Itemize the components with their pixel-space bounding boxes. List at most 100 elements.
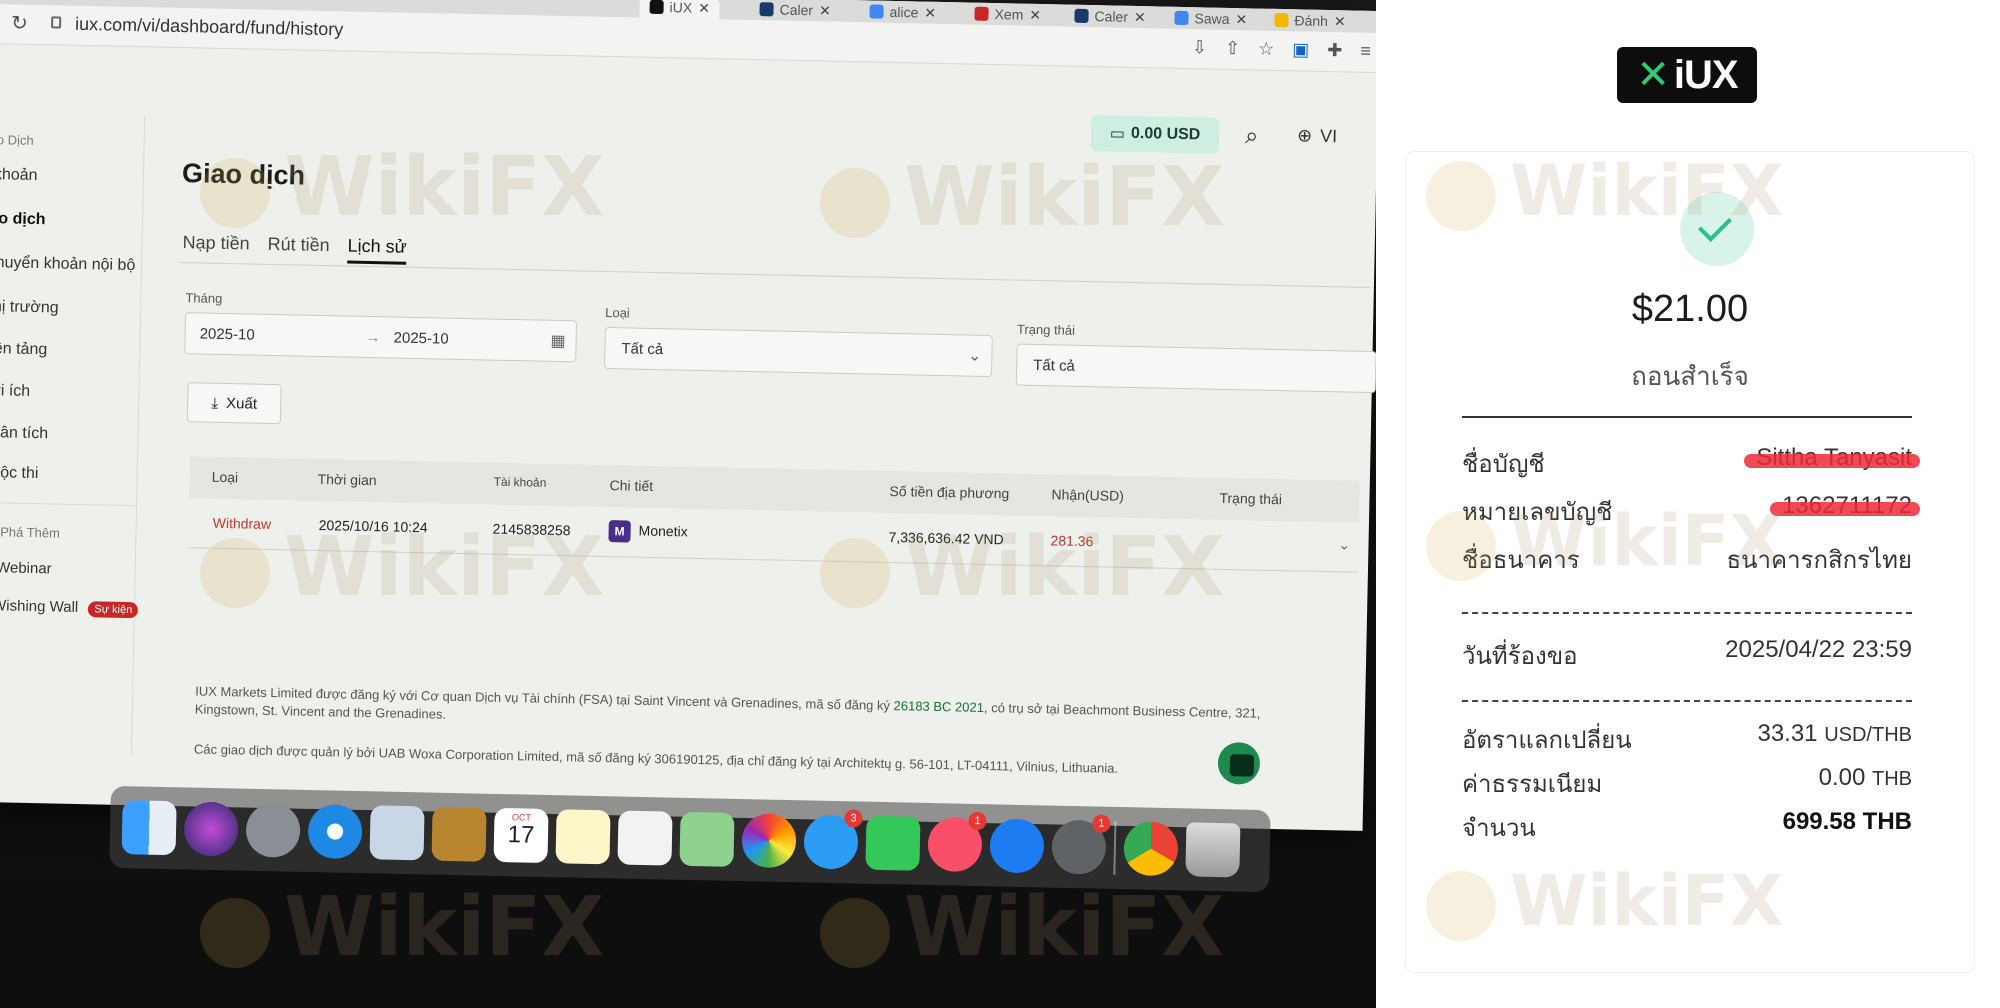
close-icon[interactable]: ✕ (1029, 6, 1041, 23)
language-selector[interactable]: ⊕ VI (1297, 125, 1338, 147)
url-field[interactable]: iux.com/vi/dashboard/fund/history (75, 14, 344, 41)
dock-separator (1113, 820, 1117, 875)
menu-icon[interactable]: ≡ (1360, 41, 1371, 62)
account-number-row: หมายเลขบัญชี 1362711172 (1462, 492, 1920, 528)
close-icon[interactable]: ✕ (1334, 13, 1346, 30)
share-icon[interactable]: ⇧ (1225, 38, 1241, 59)
music-icon[interactable]: 1 (927, 811, 987, 873)
col-status: Trạng thái (1219, 489, 1283, 508)
browser-tab[interactable]: Đánh ✕ (1264, 9, 1356, 33)
fee-row: ค่าธรรมเนียม 0.00 THB (1462, 764, 1912, 800)
messages-icon[interactable]: 3 (803, 809, 863, 870)
sidebar-item-transactions[interactable]: iao dịch (0, 210, 46, 229)
close-icon[interactable]: ✕ (924, 4, 936, 21)
tab-history[interactable]: Lịch sử (347, 235, 407, 265)
calendar-icon[interactable]: OCT 17 (493, 807, 549, 864)
install-icon[interactable]: ⇩ (1192, 37, 1208, 58)
fee-unit: THB (1872, 768, 1912, 790)
calendar-day: 17 (507, 821, 535, 849)
month-range-picker[interactable]: 2025-10 → 2025-10 ▦ (184, 312, 578, 363)
browser-tab[interactable]: Xem ✕ (964, 2, 1051, 26)
export-button[interactable]: ⤓ Xuất (186, 382, 282, 425)
tab-label: iUX (669, 0, 693, 16)
close-icon[interactable]: ✕ (698, 0, 710, 17)
maps-icon[interactable] (679, 811, 735, 867)
type-filter-label: Loại (605, 304, 630, 321)
google-favicon-icon (1174, 10, 1189, 26)
page-title: Giao dịch (181, 158, 306, 191)
siri-icon[interactable] (183, 801, 239, 857)
notification-badge: 1 (968, 811, 987, 831)
browser-tab[interactable]: Caler ✕ (749, 0, 841, 22)
browser-tab[interactable]: Sawa ✕ (1164, 7, 1257, 31)
safari-icon[interactable] (307, 804, 363, 860)
status-filter-label: Trạng thái (1016, 321, 1076, 338)
chevron-down-icon: ⌄ (967, 347, 982, 365)
notes-icon[interactable] (555, 809, 611, 865)
finder-icon[interactable] (121, 800, 177, 856)
row-label: หมายเลขบัญชี (1462, 499, 1613, 526)
tab-label: Xem (994, 6, 1024, 23)
app-store-icon[interactable] (989, 818, 1045, 874)
chrome-icon[interactable] (1123, 821, 1179, 877)
reload-icon[interactable]: ↻ (11, 10, 28, 35)
month-from-value: 2025-10 (199, 325, 255, 344)
tab-deposit[interactable]: Nạp tiền (182, 232, 249, 261)
rate-value: 33.31 (1757, 720, 1818, 747)
search-icon[interactable]: ⌕ (1245, 122, 1259, 150)
extension-icon[interactable]: ▣ (1292, 39, 1309, 60)
watermark-badge-icon (200, 897, 270, 968)
trash-icon[interactable] (1185, 822, 1241, 878)
arrow-right-icon: → (365, 328, 381, 347)
browser-tab[interactable]: alice ✕ (859, 0, 946, 24)
system-settings-icon[interactable]: 1 (1051, 814, 1111, 875)
row-value: 0.00 THB (1819, 764, 1912, 792)
chevron-down-icon[interactable]: ⌄ (1338, 536, 1350, 553)
contacts-icon[interactable] (431, 806, 487, 862)
sidebar-item-platform[interactable]: Nền tảng (0, 340, 47, 359)
col-type: Loại (211, 468, 239, 486)
dashed-divider (1462, 700, 1912, 702)
sidebar-item-market[interactable]: Thị trường (0, 298, 59, 318)
row-value: 33.31 USD/THB (1757, 720, 1912, 748)
col-received-usd: Nhận(USD) (1051, 486, 1125, 504)
reminders-icon[interactable] (617, 810, 673, 866)
status-select[interactable]: Tất cả (1015, 343, 1376, 394)
iux-logo: ✕ iUX (1617, 47, 1757, 103)
browser-tab-active[interactable]: iUX ✕ (639, 0, 721, 20)
watermark-badge-icon (820, 897, 890, 968)
launchpad-icon[interactable] (245, 802, 301, 858)
tab-withdraw[interactable]: Rút tiền (267, 234, 329, 263)
watermark: WikiFX (200, 880, 604, 975)
sidebar-item-analysis[interactable]: Phân tích (0, 424, 48, 443)
sidebar-item-account[interactable]: i khoản (0, 166, 38, 185)
sidebar: iao Dịch i khoản iao dịch Chuyển khoản n… (0, 111, 146, 756)
lock-icon[interactable] (51, 16, 62, 29)
type-select[interactable]: Tất cả ⌄ (604, 326, 993, 378)
export-label: Xuất (225, 394, 258, 413)
sidebar-item-benefits[interactable]: Lợi ích (0, 382, 30, 401)
close-icon[interactable]: ✕ (1134, 8, 1146, 25)
receipt-card: $21.00 ถอนสำเร็จ ชื่อบัญชี Sittha Tanyas… (1406, 152, 1974, 972)
facetime-icon[interactable] (865, 815, 921, 871)
row-value: 2025/04/22 23:59 (1725, 636, 1912, 663)
close-icon[interactable]: ✕ (1235, 11, 1247, 28)
puzzle-icon[interactable]: ✚ (1327, 40, 1343, 61)
photos-icon[interactable] (741, 813, 797, 869)
row-detail: M Monetix (608, 520, 688, 544)
sidebar-item-webinar[interactable]: ▭ Webinar (0, 558, 52, 577)
mail-icon[interactable] (369, 805, 425, 861)
registration-link[interactable]: 26183 BC 2021 (893, 698, 984, 715)
browser-tab[interactable]: Caler ✕ (1064, 5, 1156, 29)
balance-button[interactable]: ▭ 0.00 USD (1090, 115, 1220, 154)
row-account: 2145838258 (492, 520, 571, 539)
close-icon[interactable]: ✕ (819, 2, 831, 19)
sidebar-item-wishing-wall[interactable]: ⚲ Wishing Wall Sự kiện (0, 596, 139, 619)
sidebar-section-title: iao Dịch (0, 131, 34, 148)
tab-label: Caler (779, 1, 814, 19)
sidebar-item-contest[interactable]: Cuộc thi (0, 464, 39, 483)
row-label: จำนวน (1462, 815, 1536, 842)
notification-badge: 3 (844, 809, 863, 828)
sidebar-item-internal-transfer[interactable]: Chuyển khoản nội bộ (0, 254, 136, 275)
star-icon[interactable]: ☆ (1258, 39, 1275, 60)
